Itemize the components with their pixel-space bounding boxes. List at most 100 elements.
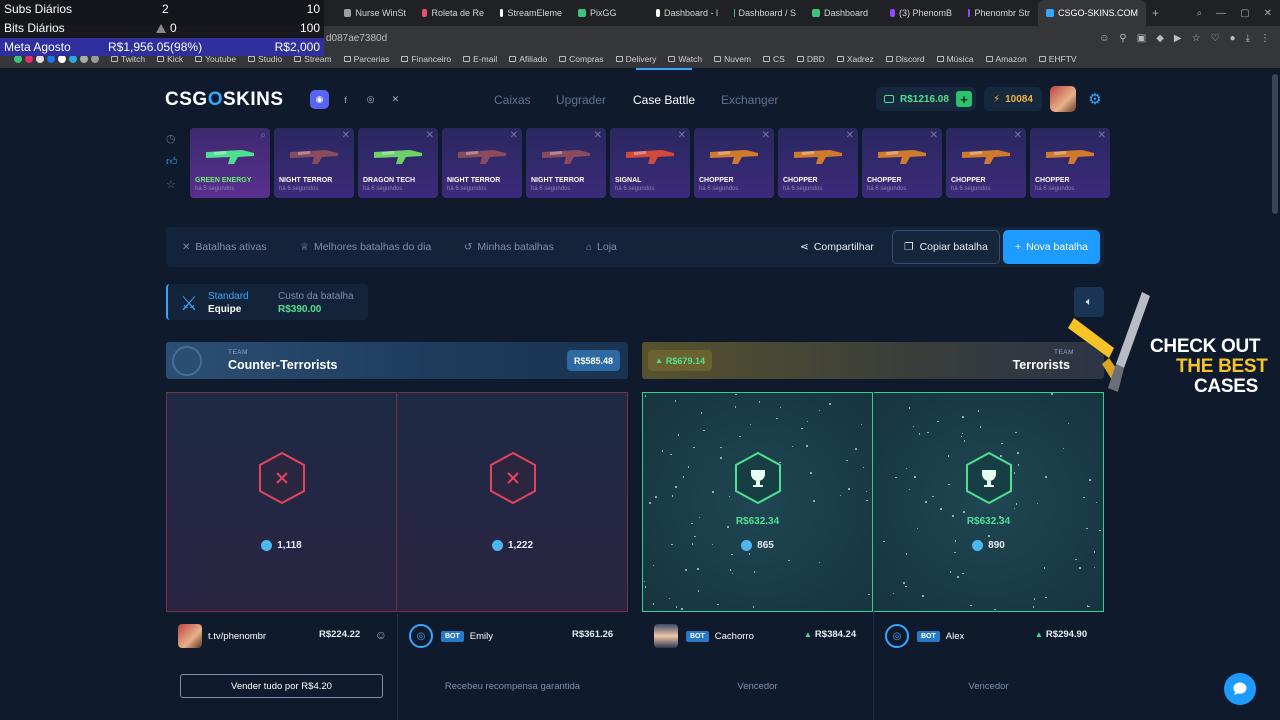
nav-exchanger[interactable]: Exchanger <box>721 93 778 107</box>
browser-tab[interactable]: Dashboard / S <box>726 0 804 26</box>
drop-card[interactable]: ✕ CHOPPER há 6 segundos <box>1030 128 1110 198</box>
player-avatar[interactable] <box>654 624 678 648</box>
ext-icon-2[interactable]: ⚲ <box>1119 33 1126 44</box>
close-icon[interactable]: ✕ <box>594 130 602 141</box>
bookmark-item[interactable]: Watch <box>662 54 708 64</box>
link-icon[interactable]: ⌕ <box>260 130 266 141</box>
user-avatar[interactable] <box>1050 86 1076 112</box>
close-icon[interactable]: ✕ <box>426 130 434 141</box>
nav-caixas[interactable]: Caixas <box>494 93 531 107</box>
drop-card[interactable]: ✕ CHOPPER há 6 segundos <box>862 128 942 198</box>
close-icon[interactable]: ✕ <box>342 130 350 141</box>
ext-icon-4[interactable]: ◆ <box>1156 33 1164 44</box>
close-icon[interactable]: ✕ <box>510 130 518 141</box>
drop-card[interactable]: ✕ SIGNAL há 6 segundos <box>610 128 690 198</box>
bookmark-item[interactable]: Música <box>931 54 980 64</box>
x-icon[interactable]: ✕ <box>386 90 405 109</box>
emoji-icon[interactable]: ☺ <box>375 628 387 642</box>
browser-tab[interactable]: Phenombr Str <box>960 0 1038 26</box>
drop-card[interactable]: ✕ CHOPPER há 6 segundos <box>778 128 858 198</box>
page-scrollbar[interactable] <box>1272 74 1278 214</box>
deposit-button[interactable]: + <box>956 91 972 107</box>
close-icon[interactable]: ✕ <box>1014 130 1022 141</box>
instagram-icon[interactable] <box>25 55 33 63</box>
close-icon[interactable]: ✕ <box>678 130 686 141</box>
player-avatar[interactable] <box>178 624 202 648</box>
share-button[interactable]: ⋖ Compartilhar <box>800 241 874 253</box>
new-battle-button[interactable]: + Nova batalha <box>1003 230 1100 264</box>
my-battles-link[interactable]: ↺ Minhas batalhas <box>464 241 554 253</box>
close-icon[interactable]: ✕ <box>846 130 854 141</box>
copy-battle-button[interactable]: ❐ Copiar batalha <box>892 230 1000 264</box>
browser-tab[interactable]: Dashboard <box>804 0 882 26</box>
close-window-icon[interactable]: ✕ <box>1264 8 1272 19</box>
nav-case-battle[interactable]: Case Battle <box>633 93 695 107</box>
chat-button[interactable] <box>1224 673 1256 705</box>
bookmark-item[interactable]: Delivery <box>610 54 663 64</box>
bookmark-item[interactable]: Amazon <box>980 54 1033 64</box>
bookmark-item[interactable]: E-mail <box>457 54 503 64</box>
gear-icon[interactable]: ⚙ <box>1086 91 1104 109</box>
sell-all-button[interactable]: Vender tudo por R$4.20 <box>180 674 383 698</box>
close-icon[interactable]: ✕ <box>1098 130 1106 141</box>
whatsapp-icon[interactable] <box>14 55 22 63</box>
drop-card[interactable]: ✕ CHOPPER há 6 segundos <box>694 128 774 198</box>
telegram-icon[interactable] <box>69 55 77 63</box>
bookmark-item[interactable]: EHFTV <box>1033 54 1083 64</box>
browser-tab[interactable]: Nurse WinSt <box>336 0 414 26</box>
discord-icon[interactable]: ◉ <box>310 90 329 109</box>
x-icon[interactable] <box>36 55 44 63</box>
url-input[interactable]: d087ae7380d <box>326 33 387 44</box>
download-icon[interactable]: ⤓ <box>1246 33 1250 44</box>
new-tab-button[interactable]: + <box>1146 6 1165 20</box>
bookmark-item[interactable]: Xadrez <box>831 54 880 64</box>
profile-icon[interactable]: ● <box>1230 33 1236 44</box>
browser-tab[interactable]: Dashboard - l <box>648 0 726 26</box>
promo-banner[interactable]: CHECK OUT THE BEST CASES <box>1044 288 1280 402</box>
browser-tab[interactable]: CSGO-SKINS.COM <box>1038 0 1146 26</box>
instagram-icon[interactable]: ◎ <box>361 90 380 109</box>
bookmark-item[interactable]: Compras <box>553 54 609 64</box>
minimize-icon[interactable]: — <box>1216 8 1226 19</box>
browser-tab[interactable]: Roleta de Re <box>414 0 492 26</box>
best-battles-link[interactable]: ♕ Melhores batalhas do dia <box>300 241 431 253</box>
drop-card[interactable]: ✕ DRAGON TECH há 6 segundos <box>358 128 438 198</box>
tiktok-icon[interactable] <box>58 55 66 63</box>
active-battles-link[interactable]: ✕ Batalhas ativas <box>182 241 267 253</box>
bookmark-icon-8[interactable] <box>91 55 99 63</box>
clock-icon[interactable]: ◷ <box>166 132 178 145</box>
bookmark-star-icon[interactable]: ☆ <box>1192 33 1201 44</box>
browser-tab[interactable]: (3) PhenomB <box>882 0 960 26</box>
nav-upgrader[interactable]: Upgrader <box>556 93 606 107</box>
bookmark-item[interactable]: Nuvem <box>708 54 757 64</box>
menu-icon[interactable]: ⋮ <box>1260 33 1270 44</box>
ext-icon-5[interactable]: ▶ <box>1174 33 1182 44</box>
bookmark-item[interactable]: Parcerias <box>338 54 396 64</box>
bookmark-item[interactable]: DBD <box>791 54 831 64</box>
facebook-icon[interactable]: f <box>336 90 355 109</box>
browser-tab[interactable]: StreamEleme <box>492 0 570 26</box>
thumbs-up-icon[interactable]: 👍︎ <box>166 155 178 168</box>
site-logo[interactable]: CSGOSKINS <box>165 89 284 111</box>
maximize-icon[interactable]: ▢ <box>1240 8 1249 19</box>
facebook-icon[interactable] <box>47 55 55 63</box>
search-tabs-icon[interactable]: ⌕ <box>1197 8 1203 19</box>
close-icon[interactable]: ✕ <box>930 130 938 141</box>
drop-card[interactable]: ✕ NIGHT TERROR há 6 segundos <box>526 128 606 198</box>
bookmark-item[interactable]: Afiliado <box>503 54 553 64</box>
bookmark-item[interactable]: Financeiro <box>395 54 457 64</box>
drop-card[interactable]: ✕ NIGHT TERROR há 6 segundos <box>274 128 354 198</box>
ext-icon-1[interactable]: ☺ <box>1099 33 1109 44</box>
drop-card[interactable]: ✕ NIGHT TERROR há 6 segundos <box>442 128 522 198</box>
bookmark-item[interactable]: Discord <box>880 54 931 64</box>
browser-tab[interactable]: PixGG <box>570 0 648 26</box>
close-icon[interactable]: ✕ <box>762 130 770 141</box>
shop-link[interactable]: ⌂ Loja <box>586 241 617 253</box>
bookmark-icon-7[interactable] <box>80 55 88 63</box>
ext-icon-6[interactable]: ♡ <box>1211 33 1220 44</box>
drop-card[interactable]: ✕ CHOPPER há 6 segundos <box>946 128 1026 198</box>
bookmark-item[interactable]: CS <box>757 54 791 64</box>
drop-card[interactable]: ⌕ GREEN ENERGY há 5 segundos <box>190 128 270 198</box>
ext-icon-3[interactable]: ▣ <box>1137 33 1146 44</box>
star-icon[interactable]: ☆ <box>166 178 178 191</box>
